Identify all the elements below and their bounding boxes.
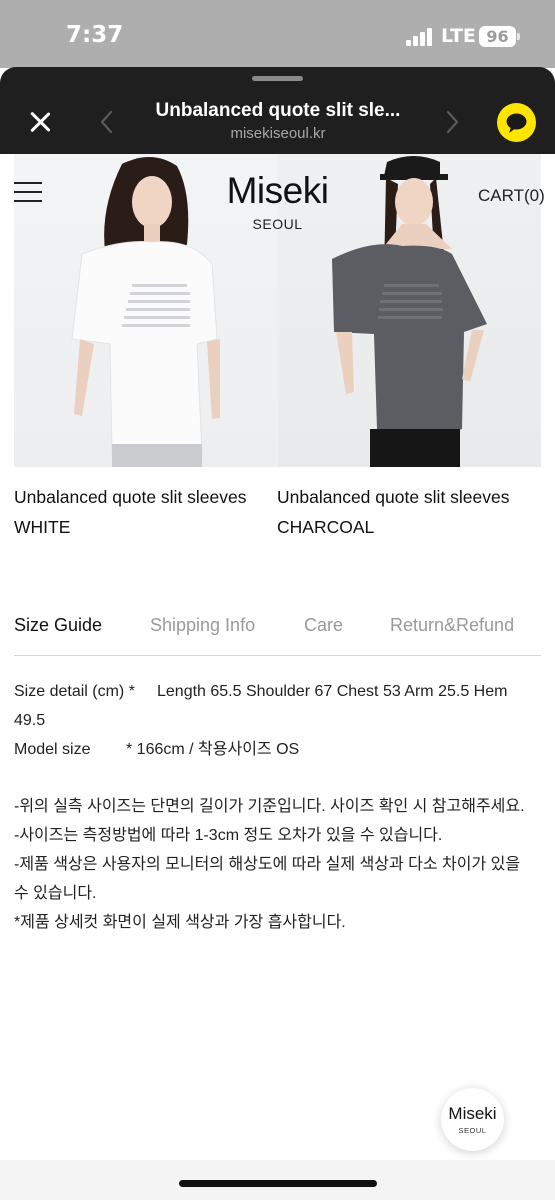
- size-detail-label: Size detail (cm) *: [14, 683, 135, 700]
- product-color: WHITE: [14, 517, 71, 537]
- site-logo-sub: SEOUL: [252, 216, 303, 232]
- info-tabs: Size Guide Shipping Info Care Return&Ref…: [14, 612, 541, 656]
- network-label: LTE: [441, 25, 476, 47]
- close-icon[interactable]: [24, 107, 56, 139]
- floating-logo-button[interactable]: Miseki SEOUL: [441, 1088, 504, 1151]
- note-line: *제품 상세컷 화면이 실제 색상과 가장 흡사합니다.: [14, 914, 346, 931]
- tab-shipping-info[interactable]: Shipping Info: [150, 615, 255, 636]
- hamburger-icon[interactable]: [14, 182, 42, 202]
- kakao-chat-icon[interactable]: [497, 103, 536, 142]
- floating-logo-text: Miseki: [448, 1104, 497, 1123]
- size-detail-value-cont: 49.5: [14, 712, 46, 729]
- site-logo[interactable]: Miseki: [200, 170, 355, 212]
- home-indicator[interactable]: [179, 1180, 377, 1187]
- note-line: 수 있습니다.: [14, 885, 97, 902]
- product-name-line: Unbalanced quote slit sleeves: [14, 487, 247, 507]
- battery-icon: 96: [479, 26, 516, 47]
- product-color: CHARCOAL: [277, 517, 375, 537]
- floating-logo-sub: SEOUL: [458, 1126, 487, 1135]
- browser-header: Unbalanced quote slit sle... misekiseoul…: [0, 67, 555, 154]
- model-size-value: * 166cm / 착용사이즈 OS: [126, 741, 300, 758]
- note-line: -사이즈는 측정방법에 따라 1-3cm 정도 오차가 있을 수 있습니다.: [14, 827, 443, 844]
- product-name-charcoal[interactable]: Unbalanced quote slit sleeves CHARCOAL: [277, 482, 547, 542]
- signal-icon: [406, 28, 434, 46]
- note-line: -위의 실측 사이즈는 단면의 길이가 기준입니다. 사이즈 확인 시 참고해주…: [14, 798, 525, 815]
- chevron-right-icon[interactable]: [443, 109, 461, 135]
- size-detail-value: Length 65.5 Shoulder 67 Chest 53 Arm 25.…: [157, 683, 508, 700]
- product-name-line: Unbalanced quote slit sleeves: [277, 487, 510, 507]
- size-notes: -위의 실측 사이즈는 단면의 길이가 기준입니다. 사이즈 확인 시 참고해주…: [14, 792, 541, 937]
- product-name-white[interactable]: Unbalanced quote slit sleeves WHITE: [14, 482, 276, 542]
- status-bar: 7:37 LTE 96: [0, 0, 555, 68]
- page-url: misekiseoul.kr: [230, 125, 326, 142]
- cart-link[interactable]: CART(0): [478, 186, 545, 206]
- battery-nub: [517, 33, 520, 40]
- tab-care[interactable]: Care: [304, 615, 343, 636]
- tab-size-guide[interactable]: Size Guide: [14, 615, 102, 636]
- page-title: Unbalanced quote slit sle...: [155, 100, 401, 121]
- chevron-left-icon[interactable]: [98, 109, 116, 135]
- status-time: 7:37: [66, 22, 124, 48]
- model-size-label: Model size: [14, 741, 91, 758]
- note-line: -제품 색상은 사용자의 모니터의 해상도에 따라 실제 색상과 다소 차이가 …: [14, 856, 521, 873]
- sheet-grabber[interactable]: [252, 76, 303, 81]
- tab-return-refund[interactable]: Return&Refund: [390, 615, 514, 636]
